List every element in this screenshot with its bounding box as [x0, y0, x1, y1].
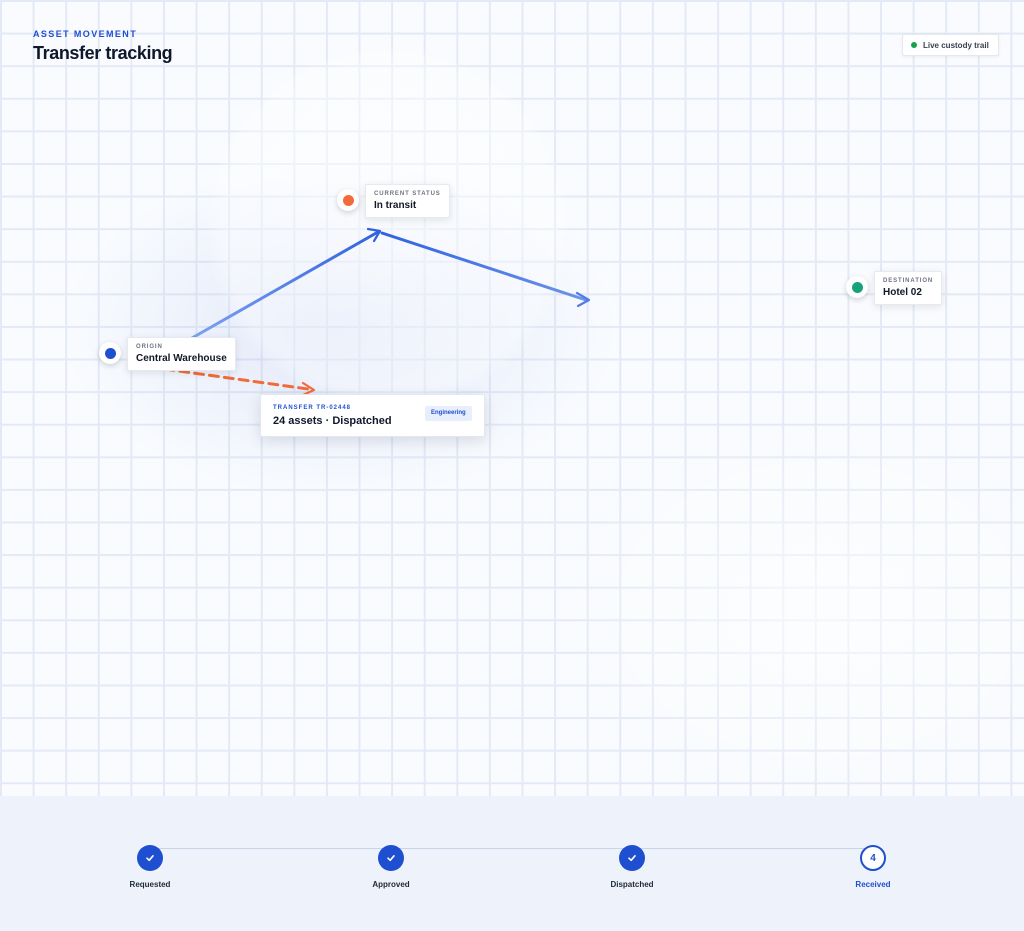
step-complete-check-icon	[619, 845, 645, 871]
route-lines	[148, 227, 591, 397]
progress-track-line	[150, 848, 873, 849]
origin-label: ORIGIN	[136, 344, 163, 350]
transfer-id: TRANSFER TR-02448	[273, 405, 352, 411]
current-status-value: In transit	[374, 200, 417, 211]
destination-name: Hotel 02	[883, 287, 922, 298]
step-label: Received	[855, 880, 891, 889]
current-status-tag[interactable]: CURRENT STATUS In transit	[365, 184, 450, 218]
current-pin-core	[342, 194, 354, 206]
step-complete-check-icon	[137, 845, 163, 871]
origin-tag[interactable]: ORIGIN Central Warehouse	[127, 337, 236, 371]
step-complete-check-icon	[378, 845, 404, 871]
current-status-label: CURRENT STATUS	[374, 191, 441, 197]
destination-label: DESTINATION	[883, 278, 934, 284]
step-received[interactable]: 4 Received	[813, 845, 933, 889]
step-requested[interactable]: Requested	[90, 845, 210, 889]
step-dispatched[interactable]: Dispatched	[572, 845, 692, 889]
destination-pin-icon[interactable]	[846, 276, 868, 298]
route-segment-origin-to-current	[190, 230, 380, 340]
transfer-summary: 24 assets · Dispatched	[273, 415, 392, 427]
step-label: Dispatched	[610, 880, 654, 889]
destination-tag[interactable]: DESTINATION Hotel 02	[874, 271, 943, 305]
current-status-pin-icon[interactable]	[337, 189, 359, 211]
destination-pin-core	[851, 281, 863, 293]
origin-pin-icon[interactable]	[99, 342, 121, 364]
department-badge: Engineering	[425, 406, 472, 421]
route-segment-current-to-ahead	[380, 231, 588, 302]
origin-name: Central Warehouse	[136, 353, 227, 364]
origin-pin-core	[104, 347, 116, 359]
step-approved[interactable]: Approved	[331, 845, 451, 889]
step-number-badge: 4	[860, 845, 886, 871]
step-label: Approved	[372, 880, 410, 889]
step-label: Requested	[129, 880, 171, 889]
